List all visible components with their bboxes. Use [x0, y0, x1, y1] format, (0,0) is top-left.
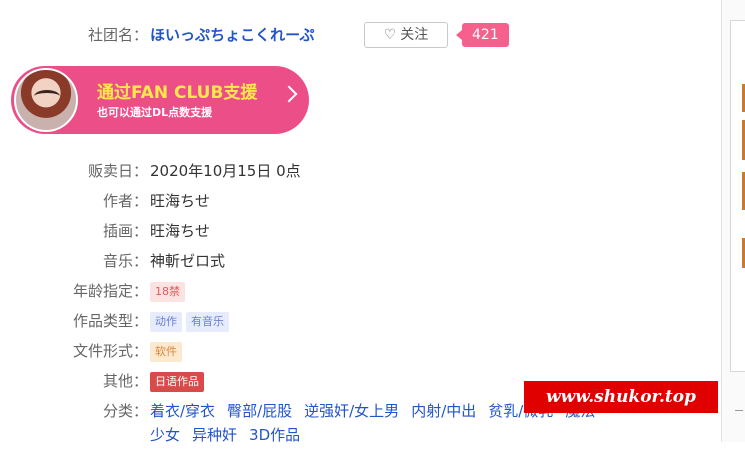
info-row-release: 贩卖日： 2020年10月15日 0点 [0, 156, 720, 186]
circle-row: 社团名： ほいっぷちょこくれーぷ ♡ 关注 421 [0, 20, 720, 50]
fanclub-support-banner[interactable]: 通过FAN CLUB支援 也可以通过DL点数支援 [11, 66, 309, 134]
fanclub-subtitle: 也可以通过DL点数支援 [97, 106, 213, 119]
follow-button[interactable]: ♡ 关注 [364, 22, 448, 48]
chevron-right-icon [280, 85, 298, 103]
genre-link[interactable]: 内射/中出 [411, 402, 476, 420]
file-format-tag[interactable]: 软件 [150, 341, 182, 362]
type-label: 作品类型： [72, 312, 148, 330]
sidebar-dash [735, 410, 743, 411]
genre-link[interactable]: 臀部/屁股 [227, 402, 292, 420]
genre-link[interactable]: 少女 [150, 426, 180, 444]
genre-list-continued: 少女 异种奸 3D作品 [150, 420, 312, 450]
age-rating-tag[interactable]: 18禁 [150, 281, 185, 302]
info-row-type: 作品类型： 动作 有音乐 [0, 306, 720, 336]
work-type-tag[interactable]: 有音乐 [186, 311, 229, 332]
info-row-author: 作者： 旺海ちせ [0, 186, 720, 216]
info-row-format: 文件形式： 软件 [0, 336, 720, 366]
format-label: 文件形式： [72, 342, 148, 360]
music-link[interactable]: 神斬ゼロ式 [150, 246, 225, 276]
info-row-music: 音乐： 神斬ゼロ式 [0, 246, 720, 276]
creator-avatar [14, 68, 78, 132]
age-label: 年龄指定： [72, 282, 148, 300]
circle-label: 社团名： [87, 26, 148, 44]
genre-link[interactable]: 3D作品 [249, 426, 300, 444]
sidebar-divider [721, 0, 722, 442]
release-date-link[interactable]: 2020年10月15日 0点 [150, 156, 301, 186]
genre-label: 分类： [102, 402, 148, 420]
music-label: 音乐： [102, 252, 148, 270]
heart-outline-icon: ♡ [383, 27, 397, 43]
info-row-illust: 插画： 旺海ちせ [0, 216, 720, 246]
illust-label: 插画： [102, 222, 148, 240]
other-label: 其他： [102, 372, 148, 390]
follow-count-badge: 421 [456, 23, 509, 47]
work-type-tag[interactable]: 动作 [150, 311, 182, 332]
follow-label: 关注 [400, 27, 429, 43]
info-row-age: 年龄指定： 18禁 [0, 276, 720, 306]
author-link[interactable]: 旺海ちせ [150, 186, 210, 216]
language-tag[interactable]: 日语作品 [150, 371, 204, 392]
fanclub-title: 通过FAN CLUB支援 [97, 83, 258, 103]
release-label: 贩卖日： [87, 162, 148, 180]
illust-link[interactable]: 旺海ちせ [150, 216, 210, 246]
genre-link[interactable]: 着衣/穿衣 [150, 402, 215, 420]
circle-name-link[interactable]: ほいっぷちょこくれーぷ [150, 20, 315, 50]
author-label: 作者： [102, 192, 148, 210]
watermark-banner: www.shukor.top [524, 381, 718, 413]
genre-link[interactable]: 逆强奸/女上男 [304, 402, 399, 420]
genre-link[interactable]: 异种奸 [192, 426, 237, 444]
